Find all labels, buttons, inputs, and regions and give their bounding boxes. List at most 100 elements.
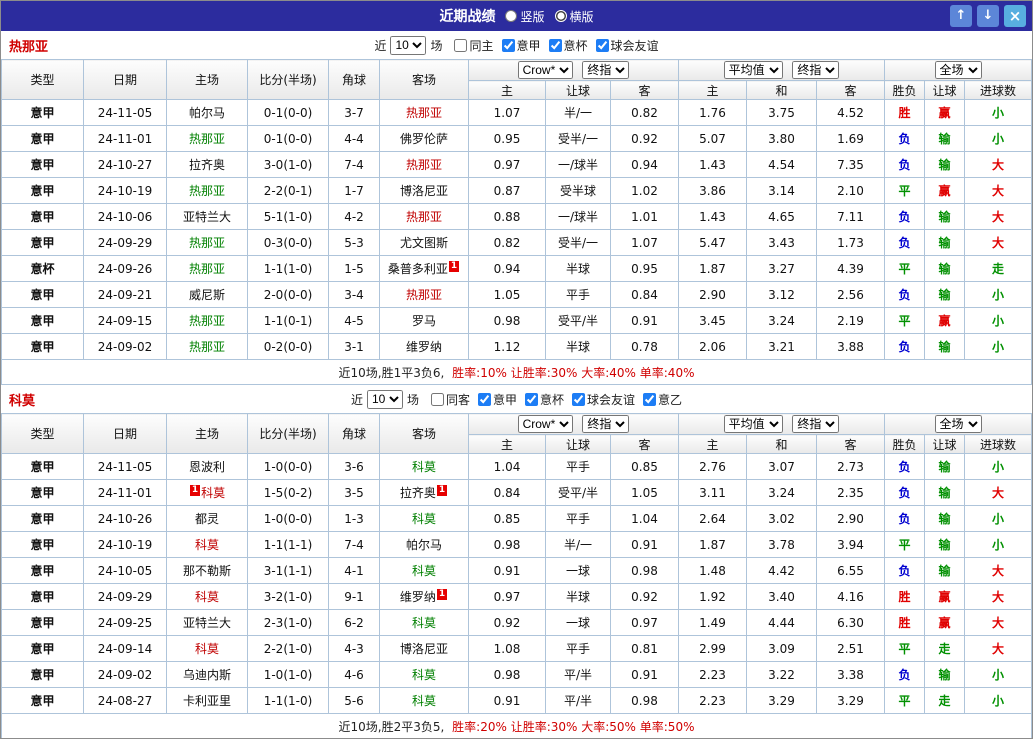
avg-away-cell: 6.30 [815,609,886,636]
away-team-cell: 佛罗伦萨 [379,125,469,152]
date-cell: 24-10-06 [83,203,167,230]
score-cell: 0-3(0-0) [247,229,329,256]
move-up-button[interactable]: ↑ [950,5,972,27]
team-name-text: 科莫 [411,564,436,578]
date-cell: 24-11-05 [83,99,167,126]
odds-company-select[interactable]: Crow* [517,61,573,79]
match-count-select[interactable]: 10 [366,389,403,409]
away-team-cell: 拉齐奥 1 [379,479,469,506]
score-cell: 1-1(1-1) [247,531,329,558]
corners-cell: 1-3 [328,505,380,532]
filter-checkbox[interactable]: 球会友谊 [595,37,659,54]
checkbox-input[interactable] [525,392,538,406]
euro-stage-select[interactable]: 终指 [792,61,840,79]
checkbox-label: 意甲 [516,38,541,53]
away-team-cell: 博洛尼亚 [379,177,469,204]
filter-checkbox[interactable]: 同主 [454,37,494,54]
filter-checkbox[interactable]: 意甲 [501,37,541,54]
team-name-text: 科莫 [201,486,226,500]
checkbox-input[interactable] [430,392,444,406]
filter-checkbox[interactable]: 意杯 [525,391,564,408]
filter-checkbox[interactable]: 意杯 [548,37,588,54]
away-team-cell: 尤文图斯 [379,229,469,256]
checkbox-input[interactable] [643,392,657,406]
avg-home-cell: 2.99 [678,635,747,662]
odds-away-cell: 0.91 [610,307,679,334]
odds-handicap-cell: 受半/一 [545,125,611,152]
close-icon[interactable]: × [1004,5,1026,27]
filter-checkbox[interactable]: 同客 [430,391,470,408]
odds-stage-select[interactable]: 终指 [582,61,630,79]
filter-checkbox[interactable]: 意甲 [477,391,517,408]
avg-home-cell: 1.48 [678,557,747,584]
checkbox-input[interactable] [572,392,586,406]
checkbox-input[interactable] [454,38,468,52]
filter-checkbox[interactable]: 球会友谊 [572,391,635,408]
euro-stage-select[interactable]: 终指 [792,415,840,433]
sub-col-avg-home: 主 [678,80,747,100]
odds-away-cell: 0.95 [610,255,679,282]
move-down-button[interactable]: ↓ [977,5,999,27]
avg-away-cell: 2.10 [815,177,886,204]
scope-header: 全场 [884,59,1032,81]
avg-home-cell: 3.86 [678,177,747,204]
filter-checkbox[interactable]: 意乙 [643,391,682,408]
checkbox-input[interactable] [477,392,491,406]
checkbox-input[interactable] [548,38,562,52]
handicap-result-cell: 赢 [924,99,966,126]
corners-cell: 4-1 [328,557,380,584]
odds-stage-select[interactable]: 终指 [582,415,630,433]
score-cell: 1-1(1-0) [247,255,329,282]
date-cell: 24-10-19 [83,531,167,558]
handicap-result-cell: 输 [924,229,966,256]
scope-select[interactable]: 全场 [934,61,982,79]
odds-home-cell: 0.92 [468,609,546,636]
euro-avg-select[interactable]: 平均值 [723,415,783,433]
red-card-badge: 1 [436,589,448,600]
date-cell: 24-11-01 [83,479,167,506]
sub-col-result: 胜负 [884,80,926,100]
goals-result-cell: 走 [964,255,1032,282]
vertical-radio-input[interactable] [505,10,518,22]
avg-draw-cell: 3.75 [746,99,817,126]
result-cell: 负 [884,229,926,256]
checkbox-input[interactable] [501,38,515,52]
avg-draw-cell: 3.27 [746,255,817,282]
checkbox-label: 球会友谊 [610,38,659,53]
handicap-result-cell: 输 [924,505,966,532]
team-name-text: 热那亚 [188,340,225,354]
away-team-cell: 科莫 [379,661,469,688]
col-corners: 角球 [328,413,380,454]
layout-radio-horizontal[interactable]: 横版 [554,8,594,25]
goals-result-cell: 小 [964,307,1032,334]
layout-radio-vertical[interactable]: 竖版 [505,8,545,25]
avg-away-cell: 4.16 [815,583,886,610]
result-cell: 平 [884,307,926,334]
home-team-cell: 科莫 [166,531,248,558]
league-type-cell: 意甲 [1,229,84,256]
team-name-text: 那不勒斯 [182,564,231,578]
match-row: 意甲 24-09-25 亚特兰大 2-3(1-0) 6-2 科莫 0.92 一球 0.97 1.4… [1,609,1032,636]
goals-result-cell: 小 [964,281,1032,308]
odds-home-cell: 0.94 [468,255,546,282]
date-cell: 24-09-26 [83,255,167,282]
result-cell: 负 [884,203,926,230]
team-name-text: 桑普多利亚 [387,262,448,276]
euro-avg-select[interactable]: 平均值 [723,61,783,79]
odds-away-cell: 0.82 [610,99,679,126]
avg-away-cell: 2.51 [815,635,886,662]
avg-draw-cell: 4.54 [746,151,817,178]
sub-col-avg-away: 客 [815,434,886,454]
score-cell: 2-2(1-0) [247,635,329,662]
checkbox-input[interactable] [595,38,609,52]
match-row: 意甲 24-09-15 热那亚 1-1(0-1) 4-5 罗马 0.98 受平/半 0.91 3.… [1,307,1032,334]
avg-home-cell: 1.76 [678,99,747,126]
avg-away-cell: 2.19 [815,307,886,334]
odds-company-select[interactable]: Crow* [517,415,573,433]
horizontal-radio-input[interactable] [554,10,567,22]
match-count-select[interactable]: 10 [390,35,427,55]
scope-select[interactable]: 全场 [934,415,982,433]
goals-result-cell: 小 [964,661,1032,688]
match-row: 意甲 24-09-02 乌迪内斯 1-0(1-0) 4-6 科莫 0.98 平/半 0.91 2.… [1,661,1032,688]
league-type-cell: 意甲 [1,635,84,662]
